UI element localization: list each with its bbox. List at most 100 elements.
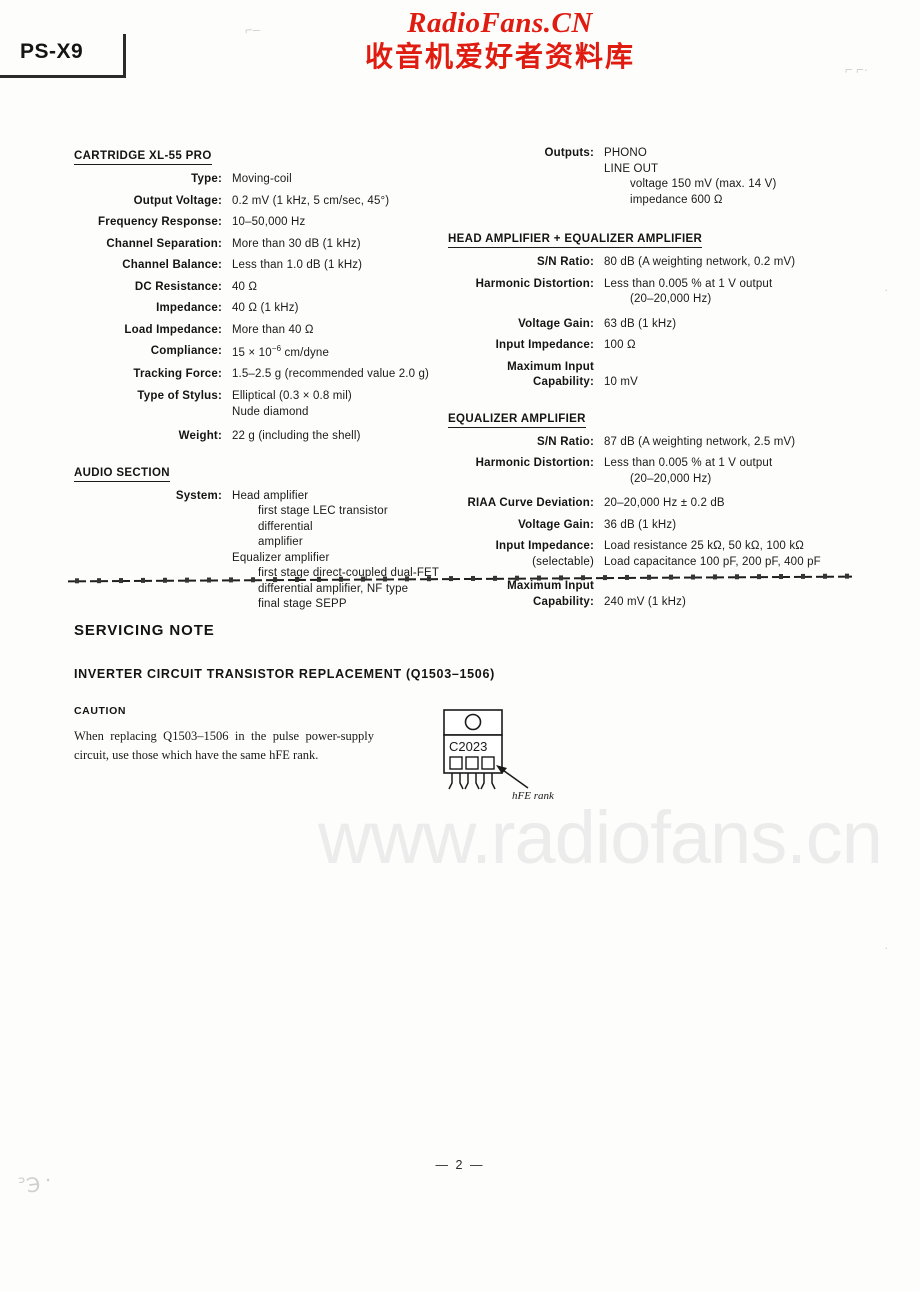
model-badge: PS-X9 (0, 34, 126, 78)
hfe-rank-annotation: hFE rank (512, 790, 554, 802)
badge-vertical-rule (123, 34, 126, 78)
spec-value: Moving-coil (232, 173, 292, 185)
spec-value: 40 Ω (232, 280, 258, 293)
spec-value: 87 dB (A weighting network, 2.5 mV) (604, 435, 796, 448)
spec-row-dc-resistance: DC Resistance: 40 Ω (74, 280, 444, 296)
spec-label: Harmonic Distortion: (475, 277, 594, 290)
spec-row-input-impedance-head: Input Impedance: 100 Ω (448, 338, 848, 354)
spec-row-voltage-gain-head: Voltage Gain: 63 dB (1 kHz) (448, 317, 848, 333)
spec-label: Maximum Input Capability: (448, 579, 594, 610)
transistor-lead-1 (448, 773, 464, 790)
transistor-part-number: C2023 (449, 739, 487, 754)
spec-row-compliance: Compliance: 15 × 10−6 cm/dyne (74, 344, 444, 361)
compliance-exponent: −6 (271, 344, 282, 354)
scan-artifact-top-right: ⌐ ⌐· (845, 62, 869, 77)
spec-row-weight: Weight: 22 g (including the shell) (74, 429, 444, 445)
watermark-latin-text: RadioFans.CN (407, 7, 593, 39)
spec-label: Type of Stylus: (137, 389, 222, 402)
spec-row-max-input-capability-eq: Maximum Input Capability: x240 mV (1 kHz… (448, 579, 848, 610)
spec-row-output-voltage: Output Voltage: 0.2 mV (1 kHz, 5 cm/sec,… (74, 194, 444, 210)
spec-label: System: (175, 489, 222, 502)
system-head-amp: Head amplifier (232, 489, 309, 502)
spec-row-type-of-stylus: Type of Stylus: Elliptical (0.3 × 0.8 mi… (74, 389, 444, 420)
spec-value: 0.2 mV (1 kHz, 5 cm/sec, 45°) (232, 194, 390, 207)
spec-label: Impedance: (156, 302, 222, 315)
spec-label: DC Resistance: (134, 280, 222, 293)
badge-horizontal-rule (0, 75, 126, 78)
spec-value: Elliptical (0.3 × 0.8 mil) Nude diamond (222, 389, 444, 420)
input-impedance-capacitance: Load capacitance 100 pF, 200 pF, 400 pF (604, 555, 821, 568)
compliance-unit: cm/dyne (281, 346, 330, 359)
spec-value: Less than 1.0 dB (1 kHz) (232, 259, 363, 272)
servicing-note-title: SERVICING NOTE (74, 622, 215, 639)
spec-row-sn-ratio-eq: S/N Ratio: 87 dB (A weighting network, 2… (448, 435, 848, 451)
spec-row-harmonic-distortion-eq: Harmonic Distortion: Less than 0.005 % a… (448, 456, 848, 487)
spec-value: 40 Ω (1 kHz) (232, 302, 299, 315)
input-impedance-resistance: Load resistance 25 kΩ, 50 kΩ, 100 kΩ (604, 540, 804, 553)
stylus-line-2: Nude diamond (232, 405, 309, 418)
spec-label: Frequency Response: (98, 216, 222, 229)
section-heading-cartridge: CARTRIDGE XL-55 PRO (74, 150, 212, 165)
system-eq-amp-detail-3: final stage SEPP (258, 598, 347, 611)
transistor-lead-3 (480, 773, 496, 790)
spec-row-outputs: Outputs: PHONO LINE OUT voltage 150 mV (… (448, 146, 848, 208)
spec-value: 22 g (including the shell) (232, 430, 361, 443)
spec-label: Type: (191, 173, 222, 185)
spec-label: S/N Ratio: (537, 256, 594, 269)
thd-eq-line-1: Less than 0.005 % at 1 V output (604, 457, 773, 470)
spec-label: Voltage Gain: (518, 317, 594, 330)
transistor-mounting-hole (464, 713, 482, 731)
spec-label: Output Voltage: (133, 194, 222, 207)
spec-value: Less than 0.005 % at 1 V output (20–20,0… (594, 456, 848, 487)
spec-label: Compliance: (150, 345, 222, 358)
system-head-amp-detail-2: amplifier (258, 536, 303, 549)
spec-row-frequency-response: Frequency Response: 10–50,000 Hz (74, 215, 444, 231)
hfe-rank-mark-3 (481, 756, 495, 770)
spec-value: PHONO LINE OUT voltage 150 mV (max. 14 V… (594, 146, 848, 208)
section-heading-equalizer-amplifier: EQUALIZER AMPLIFIER (448, 413, 586, 428)
spec-column-left: CARTRIDGE XL-55 PRO Type: Moving-coil Ou… (74, 146, 444, 619)
stylus-line-1: Elliptical (0.3 × 0.8 mil) (232, 389, 352, 402)
system-eq-amp-detail-2: differential amplifier, NF type (258, 582, 409, 595)
spec-row-max-input-capability-head: Maximum Input Capability: x10 mV (448, 360, 848, 391)
spec-value: 100 Ω (604, 339, 636, 352)
spec-value: 80 dB (A weighting network, 0.2 mV) (604, 256, 796, 269)
max-input-value: 10 mV (604, 376, 638, 389)
spec-row-tracking-force: Tracking Force: 1.5–2.5 g (recommended v… (74, 367, 444, 383)
spec-value: 15 × 10−6 cm/dyne (222, 344, 444, 361)
thd-line-1: Less than 0.005 % at 1 V output (604, 277, 773, 290)
max-input-eq-label-line-1: Maximum Input (507, 580, 594, 593)
max-input-label-line-1: Maximum Input (507, 360, 594, 373)
spec-label: Voltage Gain: (518, 518, 594, 531)
spec-value: x10 mV (594, 360, 848, 391)
spec-label: Weight: (178, 430, 222, 443)
spec-row-load-impedance: Load Impedance: More than 40 Ω (74, 323, 444, 339)
outputs-impedance: impedance 600 Ω (630, 193, 723, 206)
hfe-rank-mark-2 (465, 756, 479, 770)
spec-label: Input Impedance: (495, 339, 594, 352)
spec-row-harmonic-distortion-head: Harmonic Distortion: Less than 0.005 % a… (448, 277, 848, 308)
spec-value: 20–20,000 Hz ± 0.2 dB (604, 497, 725, 510)
spec-row-impedance: Impedance: 40 Ω (1 kHz) (74, 301, 444, 317)
spec-value: Load resistance 25 kΩ, 50 kΩ, 100 kΩ Loa… (594, 539, 848, 570)
spec-row-type: Type: Moving-coil (74, 172, 444, 188)
thd-line-2: (20–20,000 Hz) (630, 293, 712, 306)
spec-label: S/N Ratio: (537, 435, 594, 448)
scan-artifact-right: · (884, 282, 889, 297)
page-number-footer: — 2 — (435, 1158, 485, 1172)
spec-value: More than 40 Ω (232, 323, 314, 336)
spec-label: Maximum Input Capability: (448, 360, 594, 391)
spec-row-voltage-gain-eq: Voltage Gain: 36 dB (1 kHz) (448, 518, 848, 534)
spec-label: RIAA Curve Deviation: (467, 497, 594, 510)
caution-body-text: When replacing Q1503–1506 in the pulse p… (74, 729, 374, 763)
spec-label: Tracking Force: (133, 368, 222, 381)
input-impedance-label-line-1: Input Impedance: (495, 540, 594, 553)
section-heading-head-eq-amplifier: HEAD AMPLIFIER + EQUALIZER AMPLIFIER (448, 233, 703, 249)
max-input-eq-value: 240 mV (1 kHz) (604, 595, 686, 608)
spec-column-right: Outputs: PHONO LINE OUT voltage 150 mV (… (448, 146, 848, 616)
spec-label: Channel Balance: (122, 259, 222, 272)
spec-row-input-impedance-eq: Input Impedance: (selectable) Load resis… (448, 539, 848, 570)
spec-label: Load Impedance: (124, 323, 222, 336)
system-eq-amp: Equalizer amplifier (232, 551, 330, 564)
servicing-note-subtitle: INVERTER CIRCUIT TRANSISTOR REPLACEMENT … (74, 667, 495, 681)
